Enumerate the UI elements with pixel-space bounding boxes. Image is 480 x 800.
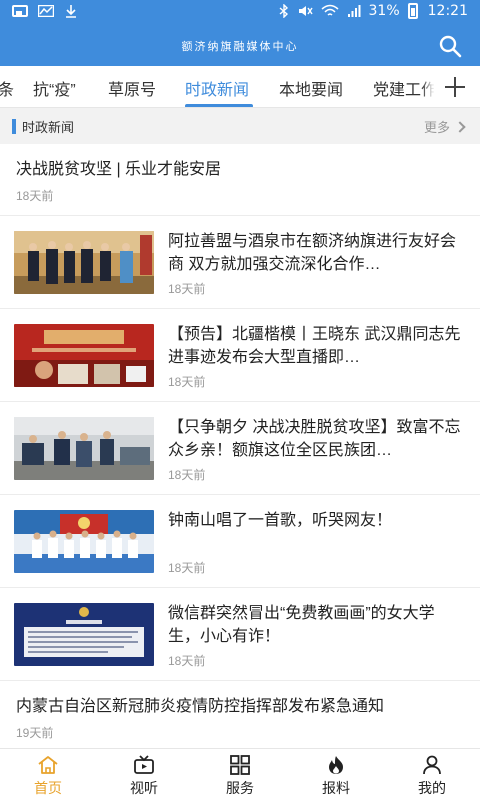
group-photo [14,510,154,573]
tab-anti-epidemic[interactable]: 抗“疫” [33,76,76,100]
app-title: 额济纳旗融媒体中心 [181,40,299,53]
news-item[interactable]: 【预告】北疆楷模丨王晓东 武汉鼎同志先进事迹发布会大型直播即… 18天前 [0,309,480,402]
poster-photo [14,324,154,387]
mute-icon [298,6,313,16]
more-label: 更多 [423,120,450,135]
section-title: 时政新闻 [22,120,75,135]
news-time: 19天前 [16,726,54,740]
nav-media-label: 视听 [130,780,158,796]
news-title: 【只争朝夕 决战决胜脱贫攻坚】致富不忘众乡亲！额旗这位全区民族团… [168,419,461,459]
news-title: 决战脱贫攻坚 | 乐业才能安居 [16,161,222,178]
meeting-photo [14,231,154,294]
status-bar: 31% 12:21 [0,0,480,26]
news-title: 钟南山唱了一首歌，听哭网友！ [168,512,393,529]
news-item[interactable]: 阿拉善盟与酒泉市在额济纳旗进行友好会商 双方就加强交流深化合作… 18天前 [0,216,480,309]
user-icon [423,755,441,775]
news-time: 18天前 [168,375,206,389]
tab-local-news[interactable]: 本地要闻 [279,76,343,100]
app-screen: 31% 12:21 额济纳旗融媒体中心 条 抗“疫” 草原号 时政新闻 本地要闻… [0,0,480,800]
nav-report-label: 报料 [322,780,350,796]
news-item[interactable]: 钟南山唱了一首歌，听哭网友！ 18天前 [0,495,480,588]
tab-grassland[interactable]: 草原号 [108,76,156,100]
clock: 12:21 [427,3,468,19]
tv-icon [134,755,154,774]
nav-profile[interactable]: 我的 [384,749,480,800]
download-icon [66,5,76,18]
battery-percent: 31% [368,3,400,19]
news-time: 18天前 [168,654,206,668]
bluetooth-icon [279,4,288,18]
news-item[interactable]: 【只争朝夕 决战决胜脱贫攻坚】致富不忘众乡亲！额旗这位全区民族团… 18天前 [0,402,480,495]
news-list: 决战脱贫攻坚 | 乐业才能安居 18天前 阿拉善盟与酒泉市在额济纳旗进行友好会商… [0,144,480,748]
news-title: 内蒙古自治区新冠肺炎疫情防控指挥部发布紧急通知 [16,698,385,715]
nav-report[interactable]: 报料 [288,749,384,800]
workshop-photo [14,417,154,480]
wifi-icon [321,4,339,16]
nav-home[interactable]: 首页 [0,749,96,800]
tab-politics-news[interactable]: 时政新闻 [185,76,249,100]
nav-services-label: 服务 [226,780,254,796]
nav-media[interactable]: 视听 [96,749,192,800]
news-title: 【预告】北疆楷模丨王晓东 武汉鼎同志先进事迹发布会大型直播即… [168,326,461,366]
news-time: 18天前 [16,189,54,203]
more-link[interactable]: 更多 [423,117,466,136]
channel-tabs: 条 抗“疫” 草原号 时政新闻 本地要闻 党建工作 [0,66,480,108]
chevron-right-icon [454,120,466,133]
nav-profile-label: 我的 [418,780,446,796]
add-channel-icon[interactable] [444,76,466,98]
section-accent-bar [12,119,16,134]
tab-tiao[interactable]: 条 [0,76,14,100]
nav-home-label: 首页 [34,780,62,796]
image-notification-icon [12,5,28,17]
news-time: 18天前 [168,561,206,575]
section-header: 时政新闻 更多 [0,108,480,144]
tab-party-work[interactable]: 党建工作 [373,76,437,100]
grid-icon [230,755,250,775]
news-item[interactable]: 微信群突然冒出“免费教画画”的女大学生，小心有诈！ 18天前 [0,588,480,681]
battery-icon [407,3,418,19]
top-app-bar: 31% 12:21 额济纳旗融媒体中心 [0,0,480,66]
news-time: 18天前 [168,468,206,482]
news-title: 阿拉善盟与酒泉市在额济纳旗进行友好会商 双方就加强交流深化合作… [168,233,457,273]
search-icon[interactable] [438,34,462,58]
news-item[interactable]: 内蒙古自治区新冠肺炎疫情防控指挥部发布紧急通知 19天前 [0,681,480,748]
home-icon [38,756,58,774]
news-time: 18天前 [168,282,206,296]
signal-icon [347,5,361,17]
news-item[interactable]: 决战脱贫攻坚 | 乐业才能安居 18天前 [0,144,480,216]
bottom-navigation: 首页 视听 服务 报料 我的 [0,748,480,800]
news-title: 微信群突然冒出“免费教画画”的女大学生，小心有诈！ [168,605,435,645]
police-notice-photo [14,603,154,666]
fire-icon [329,756,343,774]
chart-notification-icon [37,4,55,18]
nav-services[interactable]: 服务 [192,749,288,800]
